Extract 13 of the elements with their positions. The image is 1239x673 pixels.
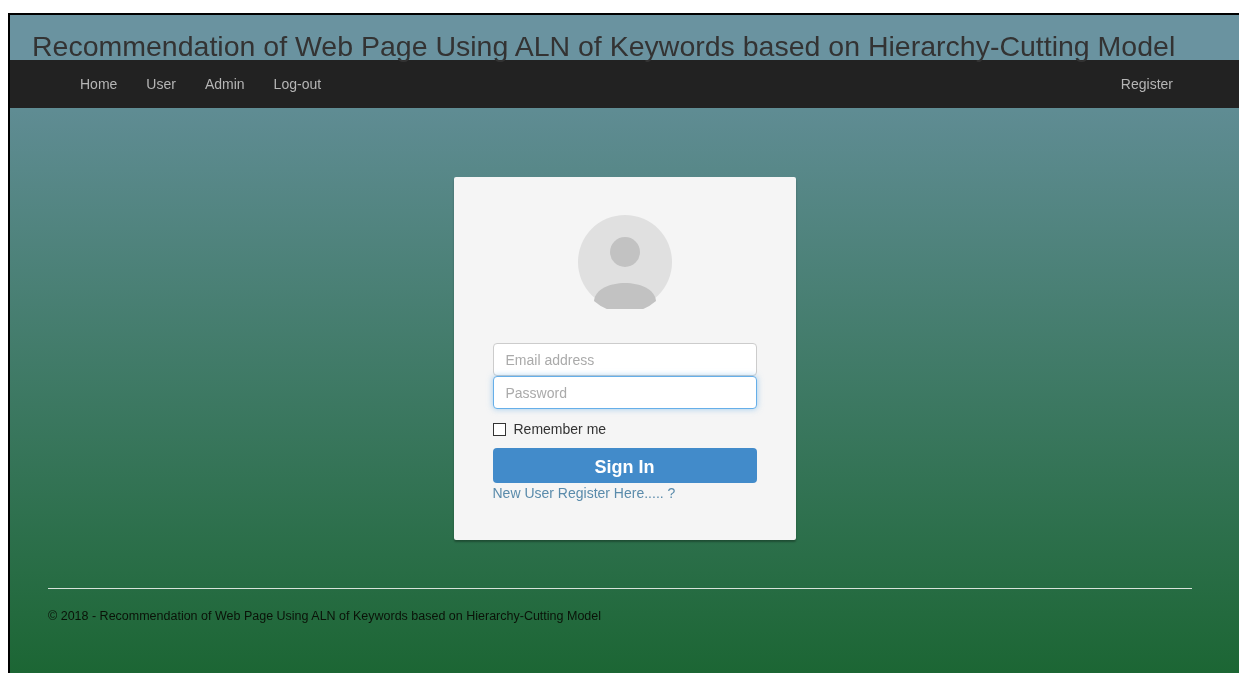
nav-link[interactable]: Log-out xyxy=(273,76,322,92)
checkbox[interactable] xyxy=(492,422,506,436)
nav-link[interactable]: User xyxy=(146,76,176,92)
input-field[interactable]: Email address xyxy=(492,343,757,376)
page-title: Recommendation of Web Page Using ALN of Keywords based on Hierarchy-Cutting Model xyxy=(31,29,1177,60)
checkbox-label: Remember me xyxy=(513,421,607,437)
input-field[interactable]: Password xyxy=(492,376,757,409)
nav-link[interactable]: Admin xyxy=(204,76,245,92)
avatar-icon xyxy=(577,215,672,309)
sign-in-button[interactable]: Sign In xyxy=(492,448,757,483)
footer-text: © 2018 - Recommendation of Web Page Using ALN of Keywords based on Hierarchy-Cutting Model xyxy=(48,609,602,623)
nav-link[interactable]: Home xyxy=(80,76,118,92)
nav-link[interactable]: Register xyxy=(1120,76,1173,92)
